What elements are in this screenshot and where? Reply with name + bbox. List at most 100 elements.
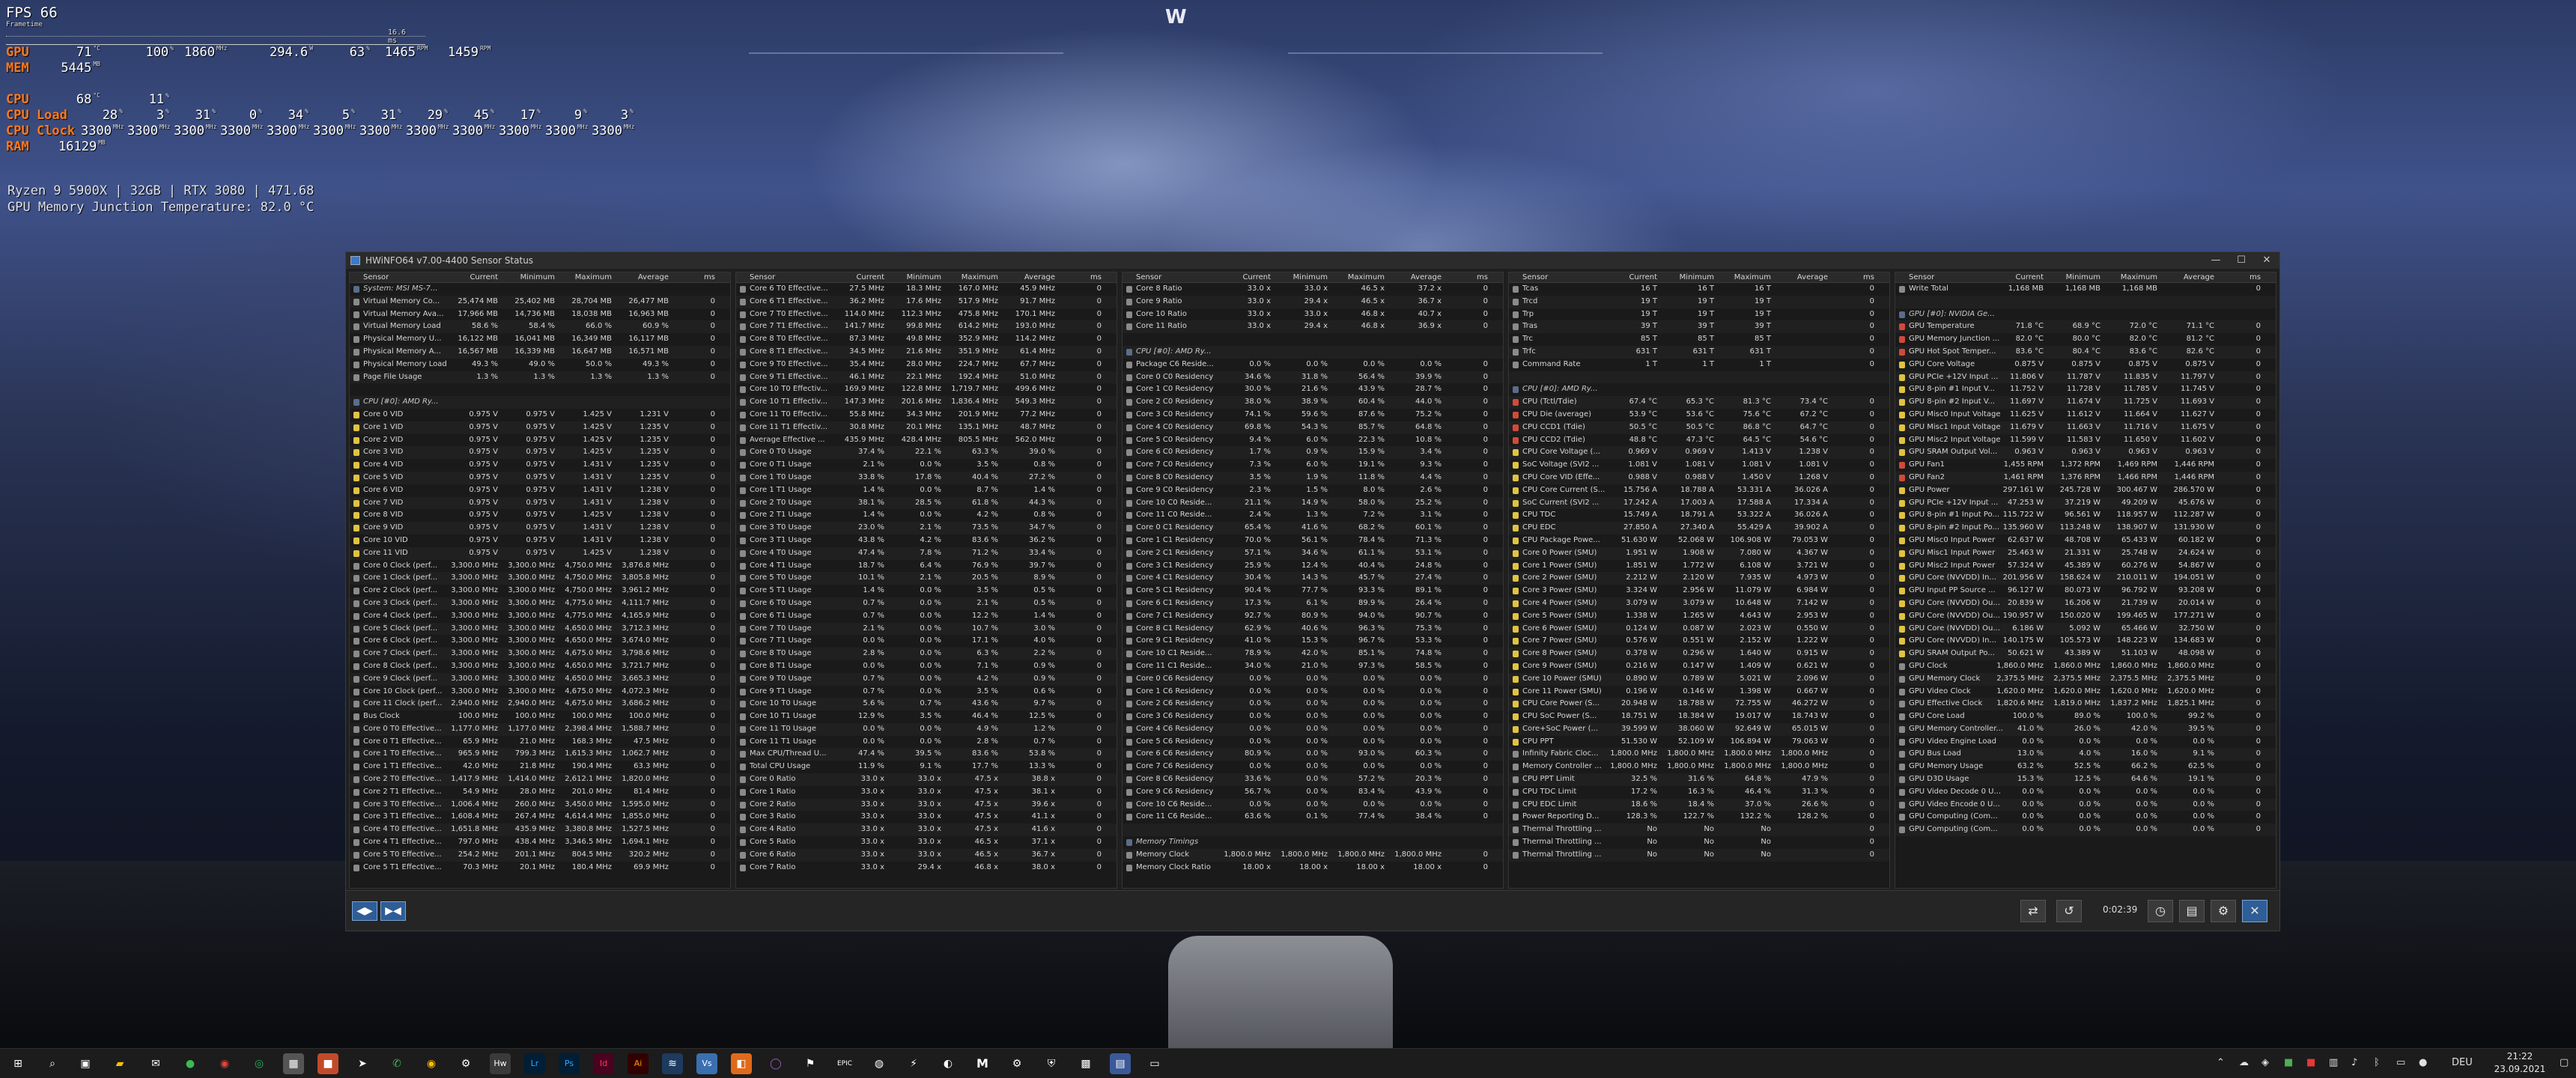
column-header[interactable]: Average — [1797, 272, 1828, 283]
maximize-icon[interactable]: ☐ — [2229, 252, 2254, 269]
sensor-row[interactable]: Core 3 Clock (perf... 3,300.0 MHz 3,300.0 … — [350, 597, 730, 610]
sensor-row[interactable]: Core 9 T1 Effective... 46.1 MHz 22.1 MHz 19… — [736, 371, 1117, 384]
tray-status2-icon[interactable]: ■ — [2306, 1057, 2315, 1068]
sensor-row[interactable]: Bus Clock 100.0 MHz 100.0 MHz 100.0 MHz 100.… — [350, 710, 730, 723]
sensor-row[interactable]: Core 3 C0 Residency 74.1 % 59.6 % 87.6 % 75.… — [1123, 409, 1503, 421]
taskbar-app-epic[interactable]: EPIC — [834, 1053, 855, 1074]
sensor-row[interactable]: CPU CCD1 (Tdie) 50.5 °C 50.5 °C 86.8 °C 64.7… — [1509, 421, 1889, 434]
sensor-row[interactable]: Core 3 Power (SMU) 3.324 W 2.956 W 11.079 W… — [1509, 585, 1889, 597]
column-header[interactable]: Maximum — [2121, 272, 2157, 283]
sensor-row[interactable]: GPU D3D Usage 15.3 % 12.5 % 64.6 % 19.1 % 0 — [1895, 773, 2276, 786]
telegram-icon[interactable]: ➤ — [352, 1053, 373, 1074]
column-header[interactable]: Minimum — [907, 272, 941, 283]
sensor-row[interactable]: GPU Misc2 Input Power 57.324 W 45.389 W 60.… — [1895, 560, 2276, 573]
sensor-row[interactable]: Core 4 VID 0.975 V 0.975 V 1.431 V 1.235 V0 — [350, 459, 730, 472]
sensor-row[interactable]: Core 7 Ratio 33.0 x 29.4 x 46.8 x 38.0 x0 — [736, 862, 1117, 874]
sensor-row[interactable]: GPU Core (NVVDD) Ou... 20.839 W 16.206 W 21… — [1895, 597, 2276, 610]
taskbar-app-vs[interactable]: Vs — [696, 1053, 717, 1074]
sensor-row[interactable]: CPU Core Power (S... 20.948 W 18.788 W 72.7… — [1509, 698, 1889, 711]
sensor-row[interactable]: Core 1 T0 Effective... 965.9 MHz 799.3 MHz… — [350, 748, 730, 761]
sensor-row[interactable]: Core 6 T1 Effective... 36.2 MHz 17.6 MHz 51… — [736, 295, 1117, 308]
scroll-left-button[interactable]: ◀▶ — [352, 901, 377, 921]
column-header[interactable]: Maximum — [575, 272, 612, 283]
column-header[interactable]: Current — [1629, 272, 1657, 283]
sensor-row[interactable]: Memory Clock 1,800.0 MHz 1,800.0 MHz 1,800.… — [1123, 848, 1503, 862]
sensor-row[interactable]: CPU Package Powe... 51.630 W 52.068 W 106.9… — [1509, 535, 1889, 547]
spotify-icon[interactable]: ◎ — [249, 1053, 270, 1074]
sensor-row[interactable]: GPU Video Decode 0 U... 0.0 % 0.0 % 0.0 % 0.… — [1895, 786, 2276, 799]
sensor-row[interactable]: GPU Input PP Source ... 96.127 W 80.073 W9… — [1895, 585, 2276, 597]
sensor-row[interactable]: Core 7 Power (SMU) 0.576 W 0.551 W 2.152 W1… — [1509, 635, 1889, 648]
sensor-row[interactable]: Core 10 T0 Effectiv... 169.9 MHz 122.8 MHz… — [736, 383, 1117, 396]
sensor-row[interactable]: Core 8 T1 Usage 0.0 % 0.0 % 7.1 % 0.9 % 0 — [736, 660, 1117, 673]
sensor-row[interactable]: Core 1 VID 0.975 V 0.975 V 1.425 V 1.235 V0 — [350, 421, 730, 434]
sensor-row[interactable]: Core 11 VID 0.975 V 0.975 V 1.425 V 1.238 V0 — [350, 546, 730, 560]
sensor-row[interactable]: CPU Core VID (Effe... 0.988 V 0.988 V 1.450… — [1509, 471, 1889, 484]
taskbar-app-m[interactable]: M — [972, 1053, 993, 1074]
sensor-row[interactable]: Core 9 C1 Residency 41.0 % 15.3 % 96.7 % 53.… — [1123, 635, 1503, 648]
windows-start-icon[interactable]: ⊞ — [7, 1053, 28, 1074]
window-titlebar[interactable]: HWiNFO64 v7.00-4400 Sensor Status — ☐ ✕ — [346, 252, 2279, 269]
sensor-row[interactable]: Core 2 VID 0.975 V 0.975 V 1.425 V 1.235 V0 — [350, 434, 730, 447]
sensor-row[interactable]: GPU Misc1 Input Voltage 11.679 V 11.663 V1… — [1895, 421, 2276, 434]
task-view-icon[interactable]: ▣ — [75, 1053, 96, 1074]
column-header[interactable]: ms — [2250, 272, 2261, 283]
settings-app-icon[interactable]: ⚙ — [455, 1053, 476, 1074]
column-header[interactable]: Sensor — [363, 272, 389, 283]
sensor-row[interactable]: CPU (Tctl/Tdie) 67.4 °C 65.3 °C 81.3 °C 73.4… — [1509, 396, 1889, 409]
column-header[interactable]: Sensor — [1136, 272, 1161, 283]
sensor-row[interactable]: Core 8 T1 Effective... 34.5 MHz 21.6 MHz 35… — [736, 345, 1117, 359]
column-header[interactable]: ms — [1477, 272, 1488, 283]
sensor-row[interactable]: GPU Memory Clock 2,375.5 MHz 2,375.5 MHz 2,… — [1895, 672, 2276, 686]
sensor-row[interactable]: Core 10 T0 Usage 5.6 % 0.7 % 43.6 % 9.7 % 0 — [736, 698, 1117, 711]
sensor-row[interactable]: Virtual Memory Co... 25,474 MB 25,402 MB 28… — [350, 295, 730, 308]
task-app-2[interactable]: ■ — [318, 1053, 338, 1074]
sensor-row[interactable]: GPU Core Voltage 0.875 V 0.875 V 0.875 V 0.8… — [1895, 359, 2276, 371]
sensor-row[interactable]: GPU Core (NVVDD) In... 140.175 W 105.573 W… — [1895, 635, 2276, 648]
sensor-row[interactable]: GPU Computing (Com... 0.0 % 0.0 % 0.0 % 0.0 … — [1895, 823, 2276, 837]
taskbar-app-ps[interactable]: Ps — [559, 1053, 580, 1074]
sensor-row[interactable]: Core 7 C0 Residency 7.3 % 6.0 % 19.1 % 9.3 %… — [1123, 459, 1503, 472]
sensor-row[interactable]: GPU Misc0 Input Voltage 11.625 V 11.612 V1… — [1895, 409, 2276, 421]
sensor-row[interactable]: GPU Video Clock 1,620.0 MHz 1,620.0 MHz 1,6… — [1895, 686, 2276, 698]
sensor-row[interactable]: Core 2 C0 Residency 38.0 % 38.9 % 60.4 % 44.… — [1123, 396, 1503, 409]
sensor-row[interactable]: GPU Misc0 Input Power 62.637 W 48.708 W 65.… — [1895, 535, 2276, 547]
taskbar-app-id[interactable]: Id — [593, 1053, 614, 1074]
sensor-row[interactable]: Core 4 T1 Usage 18.7 % 6.4 % 76.9 % 39.7 % 0 — [736, 560, 1117, 573]
system-clock[interactable]: 21:22 23.09.2021 — [2486, 1050, 2554, 1076]
sensor-row[interactable]: Core 4 C0 Residency 69.8 % 54.3 % 85.7 % 64.… — [1123, 421, 1503, 434]
sensor-row[interactable]: Core 5 C6 Residency 0.0 % 0.0 % 0.0 % 0.0 % 0 — [1123, 736, 1503, 749]
sensor-row[interactable]: Core 10 T1 Effectiv... 147.3 MHz 201.6 MHz… — [736, 396, 1117, 409]
sensor-row[interactable]: Core 6 Clock (perf... 3,300.0 MHz 3,300.0 … — [350, 635, 730, 648]
reset-icon[interactable]: ↺ — [2056, 900, 2082, 922]
sensor-row[interactable]: Core 8 Ratio 33.0 x 33.0 x 46.5 x 37.2 x0 — [1123, 283, 1503, 296]
tray-monitor-icon[interactable]: ▭ — [2396, 1057, 2405, 1068]
sensor-row[interactable]: Core 3 T1 Effective... 1,608.4 MHz 267.4 M… — [350, 811, 730, 823]
minimize-icon[interactable]: — — [2203, 252, 2229, 269]
sensor-row[interactable]: Core 8 C0 Residency 3.5 % 1.9 % 11.8 % 4.4 %… — [1123, 471, 1503, 484]
sensor-group-header[interactable]: CPU [#0]: AMD Ry... — [1509, 383, 1889, 396]
sensor-row[interactable]: Infinity Fabric Cloc... 1,800.0 MHz 1,800.… — [1509, 748, 1889, 761]
sensor-row[interactable]: Write Total 1,168 MB 1,168 MB 1,168 MB 0 — [1895, 283, 2276, 296]
sensor-row[interactable]: Core 11 Ratio 33.0 x 29.4 x 46.8 x 36.9 x0 — [1123, 320, 1503, 334]
sensor-row[interactable]: Trcd 19 T 19 T 19 T0 — [1509, 295, 1889, 308]
sensor-panel[interactable]: Sensor Current Minimum Maximum Average ms Writ… — [1895, 272, 2276, 889]
sensor-row[interactable]: CPU EDC 27.850 A 27.340 A 55.429 A 39.902 A0 — [1509, 522, 1889, 535]
sensor-row[interactable]: Core 11 T1 Effectiv... 30.8 MHz 20.1 MHz 13… — [736, 421, 1117, 434]
sensor-row[interactable]: GPU 8-pin #1 Input Po... 115.722 W 96.561 … — [1895, 509, 2276, 522]
sensor-row[interactable]: Physical Memory A... 16,567 MB 16,339 MB 16… — [350, 345, 730, 359]
sensor-row[interactable]: Core 3 C1 Residency 25.9 % 12.4 % 40.4 % 24.… — [1123, 560, 1503, 573]
sensor-row[interactable]: Core 8 C1 Residency 62.9 % 40.6 % 96.3 % 75.… — [1123, 622, 1503, 636]
sensor-row[interactable]: Package C6 Reside... 0.0 % 0.0 % 0.0 % 0.0 %… — [1123, 359, 1503, 371]
language-indicator[interactable]: DEU — [2452, 1057, 2473, 1068]
sensor-row[interactable]: Trp 19 T 19 T 19 T0 — [1509, 308, 1889, 321]
sensor-row[interactable]: GPU Memory Junction ... 82.0 °C 80.0 °C 82.… — [1895, 333, 2276, 346]
tray-cloud-icon[interactable]: ☁ — [2239, 1057, 2249, 1068]
sensor-row[interactable]: Core 9 C0 Residency 2.3 % 1.5 % 8.0 % 2.6 % 0 — [1123, 484, 1503, 497]
task-app-1[interactable]: ▦ — [283, 1053, 304, 1074]
tray-status-icon[interactable]: ■ — [2284, 1057, 2293, 1068]
sensor-row[interactable]: Core 3 C6 Residency 0.0 % 0.0 % 0.0 % 0.0 % 0 — [1123, 710, 1503, 723]
sensor-row[interactable]: Core 11 T1 Usage 0.0 % 0.0 % 2.8 % 0.7 % 0 — [736, 736, 1117, 749]
sensor-row[interactable]: Core 8 VID 0.975 V 0.975 V 1.425 V 1.238 V0 — [350, 509, 730, 522]
sensor-row[interactable]: Core 6 Ratio 33.0 x 33.0 x 46.5 x 36.7 x0 — [736, 848, 1117, 862]
